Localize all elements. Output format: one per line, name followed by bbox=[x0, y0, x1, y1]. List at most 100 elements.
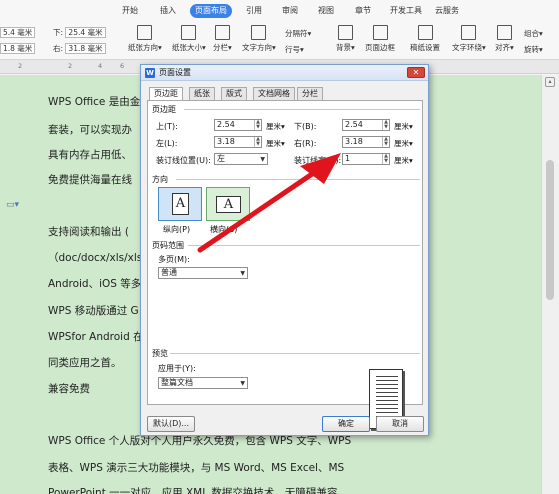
tab-view[interactable]: 视图 bbox=[318, 4, 334, 18]
tab-layout[interactable]: 版式 bbox=[221, 87, 247, 100]
rotate-button[interactable]: 旋转▾ bbox=[524, 44, 543, 55]
section-divider bbox=[184, 109, 420, 110]
page-orientation-label: 纸张方向▾ bbox=[128, 43, 162, 52]
section-divider bbox=[188, 245, 420, 246]
unit-dropdown[interactable]: 厘米▾ bbox=[394, 121, 413, 132]
text-wrap-icon bbox=[461, 25, 477, 40]
tab-page-layout[interactable]: 页面布局 bbox=[190, 4, 232, 18]
unit-dropdown[interactable]: 厘米▾ bbox=[266, 138, 285, 149]
spinner-icon[interactable]: ▲ ▼ bbox=[254, 120, 261, 130]
doc-line: WPSfor Android 在 bbox=[48, 331, 144, 343]
multi-page-label: 多页(M): bbox=[158, 255, 190, 264]
bottom-margin-input[interactable]: 2.54 ▲ ▼ bbox=[342, 119, 390, 131]
cancel-button[interactable]: 取消 bbox=[376, 416, 424, 432]
bottom-margin-label: 下(B): bbox=[294, 122, 317, 131]
multi-page-select[interactable]: 普通 ▼ bbox=[158, 267, 248, 279]
unit-dropdown[interactable]: 厘米▾ bbox=[394, 155, 413, 166]
doc-line: PowerPoint 一一对应，应用 XML 数据交换技术，无障碍兼容 bbox=[48, 487, 338, 494]
margins-panel: 页边距 上(T): 2.54 ▲ ▼ 厘米▾ 下(B): 2.54 ▲ ▼ 厘米▾ … bbox=[147, 100, 423, 429]
tab-start[interactable]: 开始 bbox=[122, 4, 138, 18]
chevron-down-icon: ▼ bbox=[260, 156, 265, 163]
page-border-button[interactable]: 页面边框 bbox=[365, 25, 395, 53]
gutter-width-input[interactable]: 1 ▲ ▼ bbox=[342, 153, 390, 165]
tab-insert[interactable]: 插入 bbox=[160, 4, 176, 18]
align-icon bbox=[496, 25, 512, 40]
spinner-icon[interactable]: ▲ ▼ bbox=[382, 154, 389, 164]
tab-doc-grid[interactable]: 文档网格 bbox=[253, 87, 295, 100]
doc-line: 支持阅读和输出 ( bbox=[48, 226, 129, 238]
align-label: 对齐▾ bbox=[495, 43, 514, 52]
tab-chapter[interactable]: 章节 bbox=[355, 4, 371, 18]
columns-button[interactable]: 分栏▾ bbox=[213, 25, 232, 53]
text-wrap-button[interactable]: 文字环绕▾ bbox=[452, 25, 486, 53]
tab-paper[interactable]: 纸张 bbox=[189, 87, 215, 100]
gutter-position-value: 左 bbox=[217, 154, 225, 163]
right-margin-input[interactable]: 3.18 ▲ ▼ bbox=[342, 136, 390, 148]
align-button[interactable]: 对齐▾ bbox=[495, 25, 514, 53]
apply-to-select[interactable]: 整篇文档 ▼ bbox=[158, 377, 248, 389]
vertical-scrollbar[interactable]: ▴ bbox=[541, 75, 559, 494]
dialog-titlebar[interactable]: W 页面设置 ✕ bbox=[141, 65, 428, 81]
scroll-up-icon[interactable]: ▴ bbox=[545, 77, 555, 87]
spinner-icon[interactable]: ▲ ▼ bbox=[382, 120, 389, 130]
bottom-margin-value: 2.54 bbox=[345, 120, 363, 129]
tab-developer[interactable]: 开发工具 bbox=[390, 4, 422, 18]
unit-dropdown[interactable]: 厘米▾ bbox=[394, 138, 413, 149]
orientation-section-title: 方向 bbox=[152, 175, 168, 184]
ok-button[interactable]: 确定 bbox=[322, 416, 370, 432]
scrollbar-thumb[interactable] bbox=[546, 160, 554, 300]
doc-line: 表格、WPS 演示三大功能模块，与 MS Word、MS Excel、MS bbox=[48, 462, 345, 474]
separator-button[interactable]: 分隔符▾ bbox=[285, 28, 311, 39]
margin-bottom-input[interactable]: 25.4 毫米 bbox=[65, 27, 106, 38]
margin-right-input[interactable]: 31.8 毫米 bbox=[65, 43, 106, 54]
apply-to-value: 整篇文档 bbox=[161, 378, 193, 387]
chevron-down-icon: ▼ bbox=[240, 380, 245, 387]
doc-line: 具有内存占用低、 bbox=[48, 149, 132, 161]
margins-section-title: 页边距 bbox=[152, 105, 176, 114]
ribbon-toolbar: 开始 插入 页面布局 引用 审阅 视图 章节 开发工具 云服务 5.4 毫米 下… bbox=[0, 0, 559, 60]
unit-dropdown[interactable]: 厘米▾ bbox=[266, 121, 285, 132]
page-size-label: 纸张大小▾ bbox=[172, 43, 206, 52]
page-border-icon bbox=[372, 25, 388, 40]
section-divider bbox=[170, 353, 420, 354]
tab-columns[interactable]: 分栏 bbox=[297, 87, 323, 100]
spinner-icon[interactable]: ▲ ▼ bbox=[382, 137, 389, 147]
tab-references[interactable]: 引用 bbox=[246, 4, 262, 18]
top-margin-label: 上(T): bbox=[156, 122, 178, 131]
margin-bottom-field[interactable]: 下: 25.4 毫米 bbox=[53, 27, 106, 39]
multi-page-value: 普通 bbox=[161, 268, 177, 277]
text-direction-button[interactable]: 文字方向▾ bbox=[242, 25, 276, 53]
manuscript-button[interactable]: 稿纸设置 bbox=[410, 25, 440, 53]
page-size-button[interactable]: 纸张大小▾ bbox=[172, 25, 206, 53]
top-margin-input[interactable]: 2.54 ▲ ▼ bbox=[214, 119, 262, 131]
left-margin-input[interactable]: 3.18 ▲ ▼ bbox=[214, 136, 262, 148]
default-button[interactable]: 默认(D)... bbox=[147, 416, 195, 432]
margin-right-field[interactable]: 右: 31.8 毫米 bbox=[53, 43, 106, 55]
portrait-label[interactable]: 纵向(P) bbox=[163, 224, 190, 235]
dialog-title: 页面设置 bbox=[159, 68, 191, 77]
portrait-option[interactable]: A bbox=[158, 187, 202, 221]
right-margin-value: 3.18 bbox=[345, 137, 363, 146]
doc-line: WPS Office 是由金 bbox=[48, 96, 141, 108]
tab-review[interactable]: 审阅 bbox=[282, 4, 298, 18]
page-orientation-button[interactable]: 纸张方向▾ bbox=[128, 25, 162, 53]
margin-left-field[interactable]: 1.8 毫米 bbox=[0, 43, 36, 55]
page-orientation-icon bbox=[137, 25, 153, 40]
top-margin-value: 2.54 bbox=[217, 120, 235, 129]
gutter-position-select[interactable]: 左 ▼ bbox=[214, 153, 268, 165]
background-button[interactable]: 背景▾ bbox=[336, 25, 355, 53]
margin-top-input[interactable]: 5.4 毫米 bbox=[0, 27, 36, 38]
tab-margins[interactable]: 页边距 bbox=[149, 87, 183, 101]
tab-cloud[interactable]: 云服务 bbox=[435, 4, 459, 18]
left-margin-value: 3.18 bbox=[217, 137, 235, 146]
margin-left-input[interactable]: 1.8 毫米 bbox=[0, 43, 36, 54]
group-button[interactable]: 组合▾ bbox=[524, 28, 543, 39]
margin-top-field[interactable]: 5.4 毫米 bbox=[0, 27, 36, 39]
line-number-button[interactable]: 行号▾ bbox=[285, 44, 304, 55]
manuscript-icon bbox=[417, 25, 433, 40]
close-icon[interactable]: ✕ bbox=[407, 67, 425, 78]
spinner-icon[interactable]: ▲ ▼ bbox=[254, 137, 261, 147]
landscape-label[interactable]: 横向(S) bbox=[210, 224, 237, 235]
landscape-option[interactable]: A bbox=[206, 187, 250, 221]
gutter-width-label: 装订线宽(G): bbox=[294, 156, 342, 165]
